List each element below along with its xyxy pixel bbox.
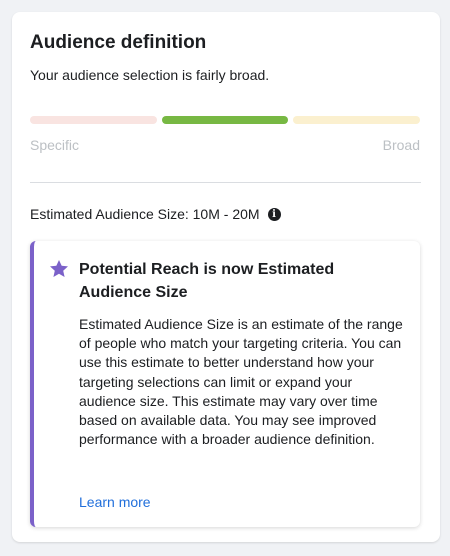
audience-definition-card: Audience definition Your audience select… — [12, 12, 440, 542]
meter-segment-active — [161, 116, 289, 124]
meter-segment-broad — [293, 116, 421, 124]
meter-segment-specific — [30, 116, 157, 124]
meter-label-specific: Specific — [30, 137, 80, 153]
divider — [30, 182, 421, 183]
card-title: Audience definition — [30, 32, 207, 53]
meter-label-broad: Broad — [382, 137, 420, 153]
estimated-audience-size-row: Estimated Audience Size: 10M - 20M i — [30, 206, 281, 222]
audience-breadth-summary: Your audience selection is fairly broad. — [30, 67, 270, 83]
star-icon — [50, 260, 68, 277]
potential-reach-notice: Potential Reach is now Estimated Audienc… — [30, 241, 420, 527]
audience-breadth-meter — [30, 116, 421, 124]
notice-title: Potential Reach is now Estimated Audienc… — [79, 261, 335, 301]
estimated-audience-size-label: Estimated Audience Size: 10M - 20M — [30, 206, 260, 222]
learn-more-link[interactable]: Learn more — [79, 494, 151, 510]
notice-body: Estimated Audience Size is an estimate o… — [79, 316, 403, 448]
info-icon[interactable]: i — [267, 207, 281, 221]
